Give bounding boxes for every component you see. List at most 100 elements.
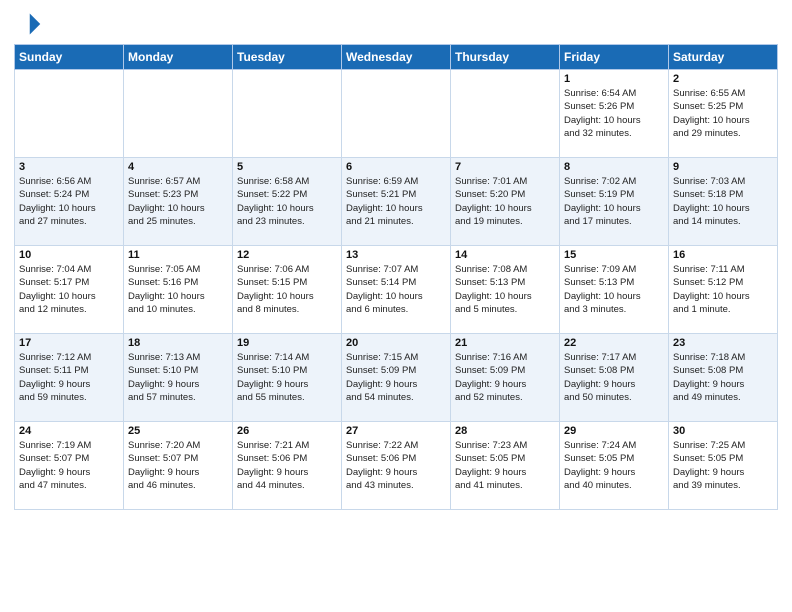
day-info: Sunrise: 7:19 AMSunset: 5:07 PMDaylight:… <box>19 439 119 492</box>
day-info: Sunrise: 6:56 AMSunset: 5:24 PMDaylight:… <box>19 175 119 228</box>
day-number: 4 <box>128 161 228 173</box>
page: SundayMondayTuesdayWednesdayThursdayFrid… <box>0 0 792 612</box>
day-number: 23 <box>673 337 773 349</box>
day-info: Sunrise: 7:20 AMSunset: 5:07 PMDaylight:… <box>128 439 228 492</box>
day-number: 29 <box>564 425 664 437</box>
day-info: Sunrise: 7:06 AMSunset: 5:15 PMDaylight:… <box>237 263 337 316</box>
day-info: Sunrise: 7:15 AMSunset: 5:09 PMDaylight:… <box>346 351 446 404</box>
calendar-table: SundayMondayTuesdayWednesdayThursdayFrid… <box>14 44 778 510</box>
calendar-week-row: 17 Sunrise: 7:12 AMSunset: 5:11 PMDayligh… <box>15 334 778 422</box>
weekday-header: Monday <box>124 45 233 70</box>
day-number: 7 <box>455 161 555 173</box>
day-number: 14 <box>455 249 555 261</box>
day-number: 13 <box>346 249 446 261</box>
header <box>14 10 778 38</box>
calendar-cell: 6Sunrise: 6:59 AMSunset: 5:21 PMDaylight… <box>342 158 451 246</box>
day-info: Sunrise: 7:07 AMSunset: 5:14 PMDaylight:… <box>346 263 446 316</box>
day-info: Sunrise: 7:02 AMSunset: 5:19 PMDaylight:… <box>564 175 664 228</box>
day-number: 17 <box>19 337 119 349</box>
day-number: 10 <box>19 249 119 261</box>
day-info: Sunrise: 7:18 AMSunset: 5:08 PMDaylight:… <box>673 351 773 404</box>
logo <box>14 10 44 38</box>
weekday-header: Tuesday <box>233 45 342 70</box>
day-info: Sunrise: 7:08 AMSunset: 5:13 PMDaylight:… <box>455 263 555 316</box>
calendar-cell: 27 Sunrise: 7:22 AMSunset: 5:06 PMDayligh… <box>342 422 451 510</box>
day-number: 27 <box>346 425 446 437</box>
calendar-cell <box>451 70 560 158</box>
calendar-cell: 25 Sunrise: 7:20 AMSunset: 5:07 PMDayligh… <box>124 422 233 510</box>
calendar-cell: 1 Sunrise: 6:54 AMSunset: 5:26 PMDaylight… <box>560 70 669 158</box>
calendar-cell: 24 Sunrise: 7:19 AMSunset: 5:07 PMDayligh… <box>15 422 124 510</box>
calendar-cell: 15Sunrise: 7:09 AMSunset: 5:13 PMDayligh… <box>560 246 669 334</box>
calendar-cell: 11 Sunrise: 7:05 AMSunset: 5:16 PMDayligh… <box>124 246 233 334</box>
day-number: 16 <box>673 249 773 261</box>
calendar-cell: 18 Sunrise: 7:13 AMSunset: 5:10 PMDayligh… <box>124 334 233 422</box>
day-info: Sunrise: 7:11 AMSunset: 5:12 PMDaylight:… <box>673 263 773 316</box>
day-number: 26 <box>237 425 337 437</box>
calendar-week-row: 1 Sunrise: 6:54 AMSunset: 5:26 PMDaylight… <box>15 70 778 158</box>
day-number: 22 <box>564 337 664 349</box>
calendar-week-row: 10 Sunrise: 7:04 AMSunset: 5:17 PMDayligh… <box>15 246 778 334</box>
day-info: Sunrise: 7:05 AMSunset: 5:16 PMDaylight:… <box>128 263 228 316</box>
calendar-cell: 20 Sunrise: 7:15 AMSunset: 5:09 PMDayligh… <box>342 334 451 422</box>
calendar-cell <box>124 70 233 158</box>
calendar-cell <box>233 70 342 158</box>
calendar-cell: 26 Sunrise: 7:21 AMSunset: 5:06 PMDayligh… <box>233 422 342 510</box>
day-number: 28 <box>455 425 555 437</box>
logo-icon <box>14 10 42 38</box>
day-number: 21 <box>455 337 555 349</box>
calendar-cell <box>15 70 124 158</box>
day-info: Sunrise: 7:12 AMSunset: 5:11 PMDaylight:… <box>19 351 119 404</box>
day-number: 20 <box>346 337 446 349</box>
day-info: Sunrise: 7:13 AMSunset: 5:10 PMDaylight:… <box>128 351 228 404</box>
calendar-cell: 17 Sunrise: 7:12 AMSunset: 5:11 PMDayligh… <box>15 334 124 422</box>
calendar-cell: 2 Sunrise: 6:55 AMSunset: 5:25 PMDaylight… <box>669 70 778 158</box>
calendar-week-row: 3 Sunrise: 6:56 AMSunset: 5:24 PMDaylight… <box>15 158 778 246</box>
day-info: Sunrise: 7:14 AMSunset: 5:10 PMDaylight:… <box>237 351 337 404</box>
day-info: Sunrise: 6:55 AMSunset: 5:25 PMDaylight:… <box>673 87 773 140</box>
day-info: Sunrise: 7:25 AMSunset: 5:05 PMDaylight:… <box>673 439 773 492</box>
day-info: Sunrise: 7:24 AMSunset: 5:05 PMDaylight:… <box>564 439 664 492</box>
day-info: Sunrise: 7:21 AMSunset: 5:06 PMDaylight:… <box>237 439 337 492</box>
weekday-header: Wednesday <box>342 45 451 70</box>
calendar-cell: 10 Sunrise: 7:04 AMSunset: 5:17 PMDayligh… <box>15 246 124 334</box>
weekday-header: Sunday <box>15 45 124 70</box>
calendar-cell: 23 Sunrise: 7:18 AMSunset: 5:08 PMDayligh… <box>669 334 778 422</box>
calendar-cell: 13 Sunrise: 7:07 AMSunset: 5:14 PMDayligh… <box>342 246 451 334</box>
calendar-cell: 30 Sunrise: 7:25 AMSunset: 5:05 PMDayligh… <box>669 422 778 510</box>
calendar-cell: 28 Sunrise: 7:23 AMSunset: 5:05 PMDayligh… <box>451 422 560 510</box>
day-info: Sunrise: 6:58 AMSunset: 5:22 PMDaylight:… <box>237 175 337 228</box>
calendar-cell: 9Sunrise: 7:03 AMSunset: 5:18 PMDaylight… <box>669 158 778 246</box>
day-number: 2 <box>673 73 773 85</box>
day-number: 11 <box>128 249 228 261</box>
day-info: Sunrise: 7:22 AMSunset: 5:06 PMDaylight:… <box>346 439 446 492</box>
day-info: Sunrise: 7:23 AMSunset: 5:05 PMDaylight:… <box>455 439 555 492</box>
calendar-cell: 16 Sunrise: 7:11 AMSunset: 5:12 PMDayligh… <box>669 246 778 334</box>
calendar-cell: 3 Sunrise: 6:56 AMSunset: 5:24 PMDaylight… <box>15 158 124 246</box>
day-number: 30 <box>673 425 773 437</box>
day-info: Sunrise: 7:16 AMSunset: 5:09 PMDaylight:… <box>455 351 555 404</box>
calendar-cell: 14 Sunrise: 7:08 AMSunset: 5:13 PMDayligh… <box>451 246 560 334</box>
day-number: 3 <box>19 161 119 173</box>
calendar-cell <box>342 70 451 158</box>
weekday-header: Friday <box>560 45 669 70</box>
day-info: Sunrise: 6:54 AMSunset: 5:26 PMDaylight:… <box>564 87 664 140</box>
day-number: 1 <box>564 73 664 85</box>
calendar-cell: 12Sunrise: 7:06 AMSunset: 5:15 PMDayligh… <box>233 246 342 334</box>
weekday-header: Thursday <box>451 45 560 70</box>
day-number: 18 <box>128 337 228 349</box>
day-number: 15 <box>564 249 664 261</box>
calendar-cell: 8 Sunrise: 7:02 AMSunset: 5:19 PMDaylight… <box>560 158 669 246</box>
calendar-cell: 5Sunrise: 6:58 AMSunset: 5:22 PMDaylight… <box>233 158 342 246</box>
day-info: Sunrise: 7:03 AMSunset: 5:18 PMDaylight:… <box>673 175 773 228</box>
day-number: 25 <box>128 425 228 437</box>
weekday-header: Saturday <box>669 45 778 70</box>
day-number: 19 <box>237 337 337 349</box>
calendar-cell: 29 Sunrise: 7:24 AMSunset: 5:05 PMDayligh… <box>560 422 669 510</box>
day-info: Sunrise: 7:04 AMSunset: 5:17 PMDaylight:… <box>19 263 119 316</box>
day-info: Sunrise: 7:01 AMSunset: 5:20 PMDaylight:… <box>455 175 555 228</box>
day-number: 24 <box>19 425 119 437</box>
day-info: Sunrise: 6:57 AMSunset: 5:23 PMDaylight:… <box>128 175 228 228</box>
calendar-cell: 22Sunrise: 7:17 AMSunset: 5:08 PMDayligh… <box>560 334 669 422</box>
day-number: 8 <box>564 161 664 173</box>
